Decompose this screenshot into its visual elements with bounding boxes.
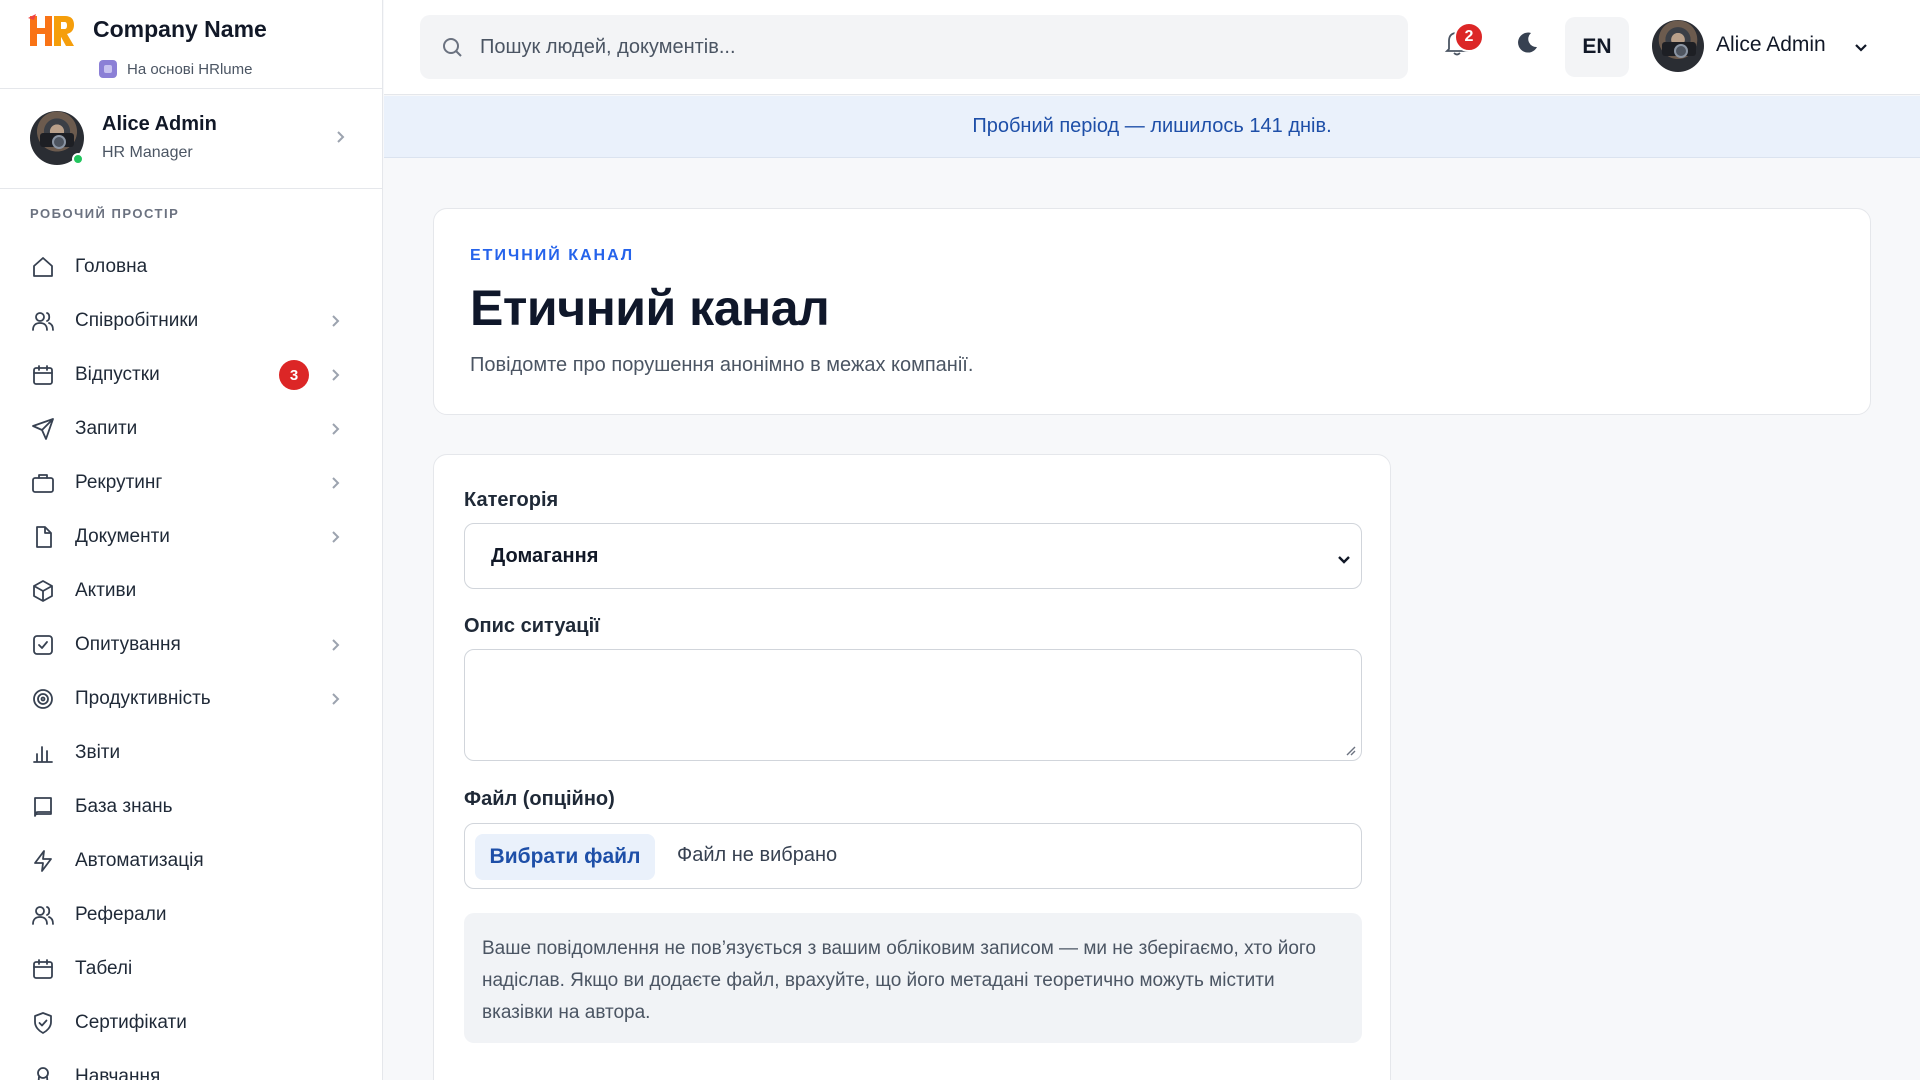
hr-logo-icon bbox=[28, 14, 74, 46]
notifications-badge: 2 bbox=[1454, 22, 1484, 52]
book-icon bbox=[30, 794, 56, 820]
send-icon bbox=[30, 416, 56, 442]
search-icon bbox=[443, 38, 462, 57]
sidebar-item-label: Опитування bbox=[75, 634, 181, 655]
file-icon bbox=[30, 524, 56, 550]
topbar: 2 EN Alice Admin bbox=[384, 0, 1920, 95]
sidebar-item-label: Запити bbox=[75, 418, 138, 439]
chevron-right-icon bbox=[327, 367, 343, 383]
bar-chart-icon bbox=[30, 740, 56, 766]
chevron-right-icon bbox=[327, 421, 343, 437]
sidebar-item-label: Відпустки bbox=[75, 364, 160, 385]
sidebar-item-employees[interactable]: Співробітники bbox=[0, 294, 382, 348]
file-input[interactable]: Вибрати файл Файл не вибрано bbox=[464, 823, 1362, 889]
report-form-card: Категорія Домагання Опис ситуації Файл (… bbox=[433, 454, 1391, 1080]
search-input[interactable] bbox=[480, 35, 1380, 59]
company-name: Company Name bbox=[93, 16, 267, 42]
category-select[interactable]: Домагання bbox=[464, 523, 1362, 589]
sidebar-item-documents[interactable]: Документи bbox=[0, 510, 382, 564]
sidebar-item-recruiting[interactable]: Рекрутинг bbox=[0, 456, 382, 510]
sidebar-item-certificates[interactable]: Сертифікати bbox=[0, 996, 382, 1050]
search-bar[interactable] bbox=[420, 15, 1408, 79]
sidebar-item-surveys[interactable]: Опитування bbox=[0, 618, 382, 672]
user-name[interactable]: Alice Admin bbox=[1716, 33, 1826, 57]
chevron-right-icon bbox=[327, 637, 343, 653]
page-kicker: ЕТИЧНИЙ КАНАЛ bbox=[470, 247, 635, 264]
box-icon bbox=[30, 578, 56, 604]
file-label: Файл (опційно) bbox=[464, 788, 615, 810]
chevron-right-icon bbox=[332, 129, 348, 145]
sidebar-item-label: Реферали bbox=[75, 904, 167, 925]
chevron-down-icon[interactable] bbox=[1852, 38, 1870, 56]
page-header-card: ЕТИЧНИЙ КАНАЛ Етичний канал Повідомте пр… bbox=[433, 208, 1871, 415]
powered-by: На основі HRlume bbox=[99, 60, 252, 78]
checkbox-icon bbox=[30, 632, 56, 658]
trial-banner-text: Пробний період — лишилось 141 днів. bbox=[972, 115, 1332, 137]
file-status: Файл не вибрано bbox=[677, 844, 838, 866]
sidebar-item-label: Головна bbox=[75, 256, 148, 277]
moon-icon[interactable] bbox=[1514, 30, 1544, 60]
sidebar-item-label: Навчання bbox=[75, 1066, 161, 1080]
powered-by-label: На основі HRlume bbox=[127, 60, 253, 78]
sidebar-item-label: Рекрутинг bbox=[75, 472, 163, 493]
sidebar-item-label: Звіти bbox=[75, 742, 121, 763]
online-status-dot bbox=[72, 153, 84, 165]
vacations-count-badge: 3 bbox=[279, 360, 309, 390]
sidebar-item-automation[interactable]: Автоматизація bbox=[0, 834, 382, 888]
sidebar-item-label: Активи bbox=[75, 580, 137, 601]
users-icon bbox=[30, 308, 56, 334]
sidebar-item-assets[interactable]: Активи bbox=[0, 564, 382, 618]
avatar[interactable] bbox=[1652, 20, 1704, 72]
lightning-icon bbox=[30, 848, 56, 874]
sidebar-profile[interactable]: Alice Admin HR Manager bbox=[0, 89, 382, 189]
chevron-right-icon bbox=[327, 313, 343, 329]
sidebar-item-reports[interactable]: Звіти bbox=[0, 726, 382, 780]
sidebar-item-label: База знань bbox=[75, 796, 173, 817]
hrlume-icon bbox=[99, 60, 117, 78]
sidebar: Company Name На основі HRlume Alice Admi… bbox=[0, 0, 383, 1080]
section-label: РОБОЧИЙ ПРОСТІР bbox=[30, 206, 180, 221]
sidebar-item-knowledge-base[interactable]: База знань bbox=[0, 780, 382, 834]
sidebar-item-label: Автоматизація bbox=[75, 850, 204, 871]
target-icon bbox=[30, 686, 56, 712]
choose-file-button[interactable]: Вибрати файл bbox=[475, 834, 655, 880]
sidebar-item-requests[interactable]: Запити bbox=[0, 402, 382, 456]
timesheet-calendar-icon bbox=[30, 956, 56, 982]
sidebar-item-label: Документи bbox=[75, 526, 170, 547]
sidebar-item-label: Співробітники bbox=[75, 310, 199, 331]
page-subtitle: Повідомте про порушення анонімно в межах… bbox=[470, 354, 974, 376]
profile-name: Alice Admin bbox=[102, 113, 217, 135]
description-label: Опис ситуації bbox=[464, 615, 600, 637]
brand-header: Company Name На основі HRlume bbox=[0, 0, 382, 89]
award-icon bbox=[30, 1064, 56, 1080]
briefcase-icon bbox=[30, 470, 56, 496]
sidebar-item-label: Сертифікати bbox=[75, 1012, 187, 1033]
resize-grip-icon[interactable] bbox=[1344, 743, 1356, 756]
category-label: Категорія bbox=[464, 489, 559, 511]
home-icon bbox=[30, 254, 56, 280]
chevron-down-icon bbox=[1337, 549, 1351, 564]
chevron-right-icon bbox=[327, 691, 343, 707]
sidebar-item-training[interactable]: Навчання bbox=[0, 1050, 382, 1080]
sidebar-item-label: Табелі bbox=[75, 958, 133, 979]
profile-role: HR Manager bbox=[102, 144, 193, 161]
referral-users-icon bbox=[30, 902, 56, 928]
sidebar-item-vacations[interactable]: Відпустки 3 bbox=[0, 348, 382, 402]
sidebar-item-label: Продуктивність bbox=[75, 688, 211, 709]
sidebar-item-timesheets[interactable]: Табелі bbox=[0, 942, 382, 996]
description-textarea[interactable] bbox=[464, 649, 1362, 761]
calendar-icon bbox=[30, 362, 56, 388]
trial-banner: Пробний період — лишилось 141 днів. bbox=[384, 96, 1920, 158]
sidebar-item-performance[interactable]: Продуктивність bbox=[0, 672, 382, 726]
sidebar-nav: Головна Співробітники Відпустки 3 Запити… bbox=[0, 240, 382, 1080]
language-toggle[interactable]: EN bbox=[1565, 17, 1629, 77]
anonymity-notice: Ваше повідомлення не пов’язується з ваши… bbox=[464, 913, 1362, 1043]
shield-check-icon bbox=[30, 1010, 56, 1036]
sidebar-item-home[interactable]: Головна bbox=[0, 240, 382, 294]
sidebar-item-referrals[interactable]: Реферали bbox=[0, 888, 382, 942]
page-title: Етичний канал bbox=[470, 280, 830, 336]
chevron-right-icon bbox=[327, 529, 343, 545]
category-selected-value: Домагання bbox=[491, 544, 599, 567]
chevron-right-icon bbox=[327, 475, 343, 491]
